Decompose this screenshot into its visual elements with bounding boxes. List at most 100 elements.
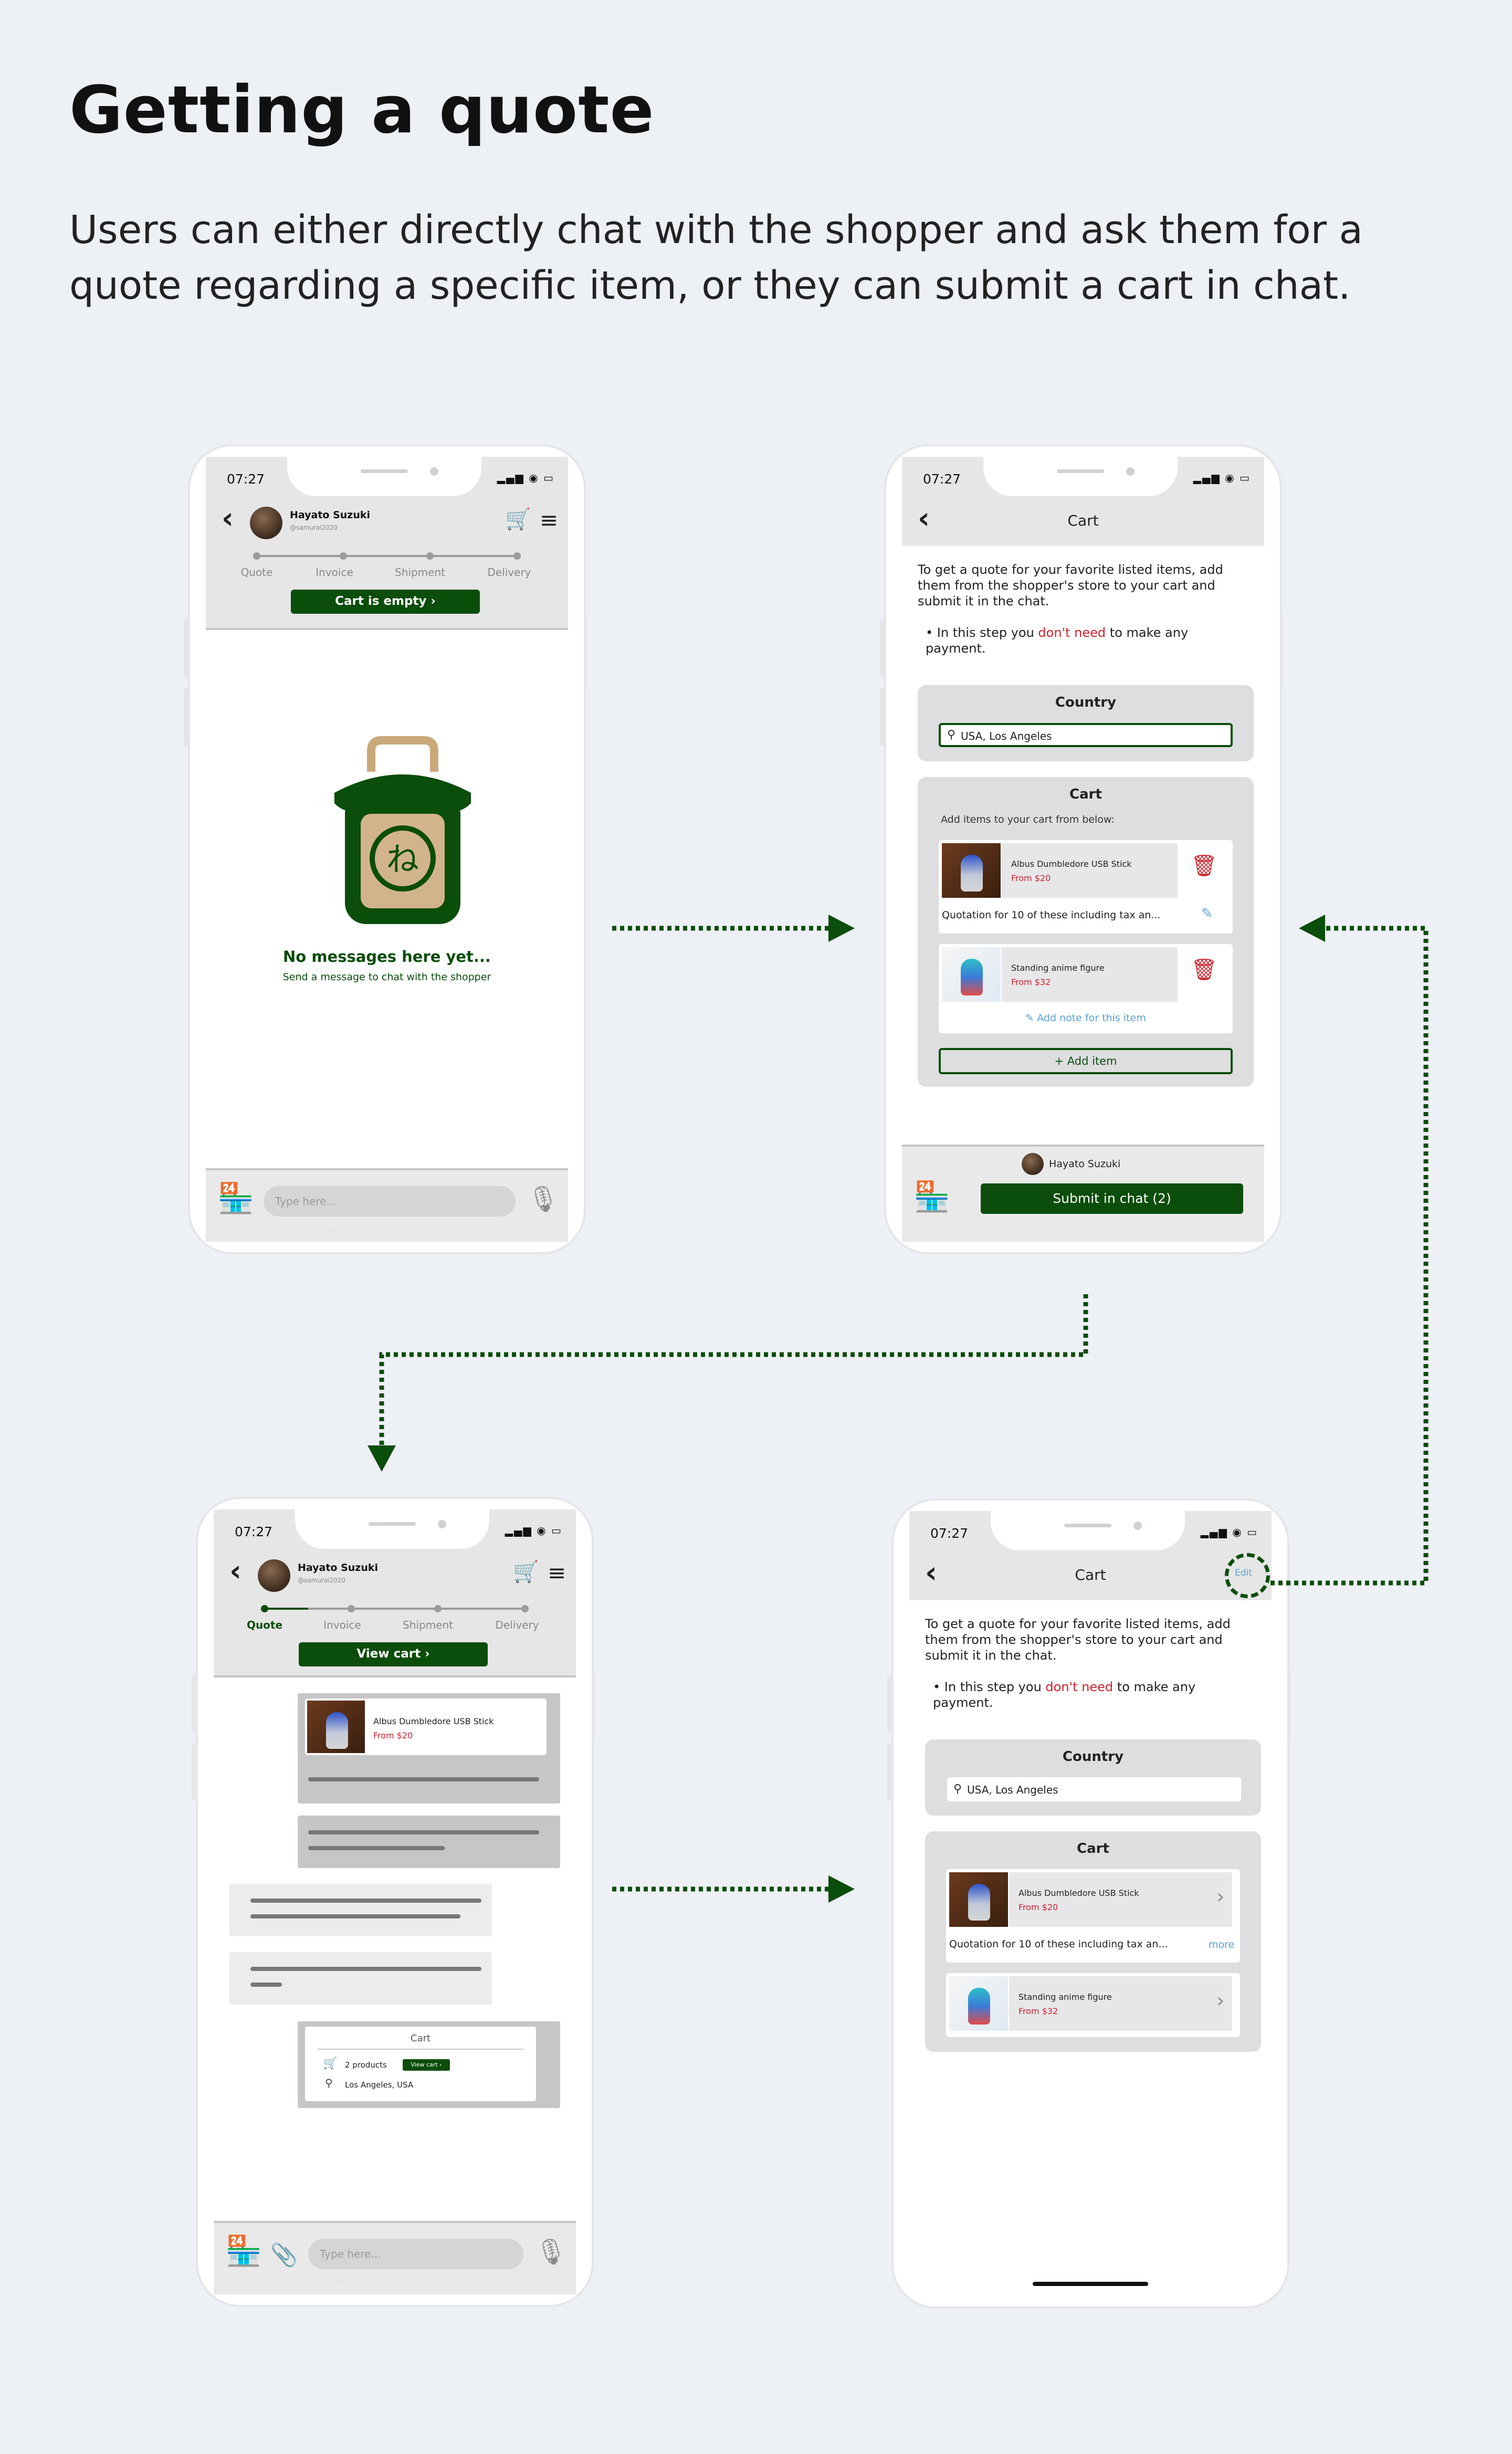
status-time: 07:27 — [235, 1524, 273, 1539]
mic-icon[interactable]: 🎙 — [527, 1184, 559, 1214]
back-icon[interactable]: ‹ — [229, 1557, 242, 1586]
location-field[interactable]: ⚲ USA, Los Angeles — [939, 723, 1233, 747]
status-time: 07:27 — [923, 471, 961, 487]
phone-notch — [287, 446, 481, 496]
item-info: Albus Dumbledore USB Stick From $20 — [1009, 1872, 1232, 1927]
intro-text: Users can either directly chat with the … — [69, 207, 1363, 308]
mic-icon[interactable]: 🎙 — [535, 2237, 567, 2267]
progress-track — [253, 552, 521, 560]
country-title: Country — [1055, 695, 1117, 710]
country-box: Country ⚲ USA, Los Angeles — [925, 1739, 1261, 1816]
step-quote: Quote — [240, 566, 273, 579]
message-input[interactable]: Type here... — [264, 1186, 516, 1216]
status-icons: ▂▄▆ ◉ ▭ — [505, 1524, 562, 1537]
screen: 07:27 ▂▄▆ ◉ ▭ ‹ Cart To get a quote for … — [902, 457, 1264, 1242]
edit-note-icon[interactable]: ✎ — [1201, 906, 1213, 921]
step-invoice: Invoice — [323, 1619, 361, 1631]
item-thumbnail — [949, 1976, 1008, 2031]
avatar — [250, 507, 282, 539]
page-title: Getting a quote — [69, 72, 655, 148]
user-handle: @samurai2020 — [298, 1577, 346, 1584]
store-icon[interactable]: 🏪 — [225, 2233, 262, 2268]
arrowhead-down — [368, 1445, 396, 1472]
phone-notch — [991, 1501, 1185, 1550]
item-thumbnail — [949, 1872, 1008, 1927]
cart-item[interactable]: Albus Dumbledore USB Stick From $20 › Quo… — [946, 1869, 1240, 1963]
country-box: Country ⚲ USA, Los Angeles — [918, 685, 1254, 761]
menu-icon[interactable]: ≡ — [548, 1562, 566, 1584]
cart-description: To get a quote for your favorite listed … — [925, 1617, 1231, 1663]
cart-summary-card[interactable]: Cart 🛒 2 products View cart › ⚲ Los Ange… — [305, 2027, 536, 2101]
phone-cart-review: 07:27 ▂▄▆ ◉ ▭ ‹ Cart Edit To get a quote… — [894, 1501, 1287, 2306]
more-link[interactable]: more — [1209, 1939, 1234, 1950]
cart-location: Los Angeles, USA — [345, 2080, 414, 2090]
status-time: 07:27 — [930, 1526, 969, 1541]
cart-icon[interactable]: 🛒 — [513, 1559, 539, 1584]
step-delivery: Delivery — [487, 566, 531, 579]
pin-icon: ⚲ — [947, 728, 956, 741]
payment-note: • In this step you don't need to make an… — [926, 625, 1189, 656]
menu-icon[interactable]: ≡ — [540, 509, 558, 531]
cart-description: To get a quote for your favorite listed … — [918, 562, 1223, 609]
pin-icon: ⚲ — [325, 2077, 333, 2089]
add-note-link[interactable]: ✎ Add note for this item — [939, 1012, 1233, 1024]
back-icon[interactable]: ‹ — [222, 504, 234, 533]
view-cart-button[interactable]: View cart › — [299, 1642, 488, 1666]
cart-empty-button[interactable]: Cart is empty › — [291, 590, 480, 614]
attach-icon[interactable]: 📎 — [270, 2242, 298, 2268]
svg-text:ね: ね — [386, 840, 419, 878]
submit-in-chat-button[interactable]: Submit in chat (2) — [981, 1183, 1243, 1214]
cart-item[interactable]: Standing anime figure From $32 🗑 ✎ Add no… — [939, 944, 1233, 1033]
cart-icon: 🛒 — [323, 2057, 338, 2070]
status-icons: ▂▄▆ ◉ ▭ — [1193, 471, 1251, 484]
trash-icon[interactable]: 🗑 — [1191, 853, 1217, 878]
home-indicator — [337, 2280, 453, 2284]
submit-panel: Hayato Suzuki 🏪 Submit in chat (2) — [902, 1145, 1264, 1242]
add-hint: Add items to your cart from below: — [941, 814, 1115, 825]
edit-highlight — [1225, 1553, 1270, 1598]
item-info: Standing anime figure From $32 — [1002, 947, 1178, 1002]
payment-note: • In this step you don't need to make an… — [933, 1680, 1196, 1710]
step-quote: Quote — [246, 1619, 283, 1631]
add-item-button[interactable]: + Add item — [939, 1048, 1233, 1074]
item-info: Albus Dumbledore USB Stick From $20 — [373, 1716, 494, 1740]
sent-message — [298, 1816, 560, 1868]
flow-arrow-3 — [1270, 926, 1429, 1586]
arrowhead-left — [1299, 915, 1325, 942]
message-input[interactable]: Type here... — [308, 2239, 523, 2269]
screen: 07:27 ▂▄▆ ◉ ▭ ‹ Hayato Suzuki @samurai20… — [214, 1509, 576, 2294]
trash-icon[interactable]: 🗑 — [1191, 957, 1217, 982]
view-cart-small-button[interactable]: View cart › — [403, 2059, 450, 2071]
store-icon[interactable]: 🏪 — [914, 1179, 950, 1214]
phone-chat-cart: 07:27 ▂▄▆ ◉ ▭ ‹ Hayato Suzuki @samurai20… — [198, 1499, 592, 2305]
avatar — [1022, 1153, 1044, 1175]
phone-cart-edit: 07:27 ▂▄▆ ◉ ▭ ‹ Cart To get a quote for … — [886, 446, 1280, 1252]
step-shipment: Shipment — [403, 1619, 453, 1631]
status-icons: ▂▄▆ ◉ ▭ — [497, 471, 554, 484]
shared-item-card[interactable]: Albus Dumbledore USB Stick From $20 — [305, 1698, 547, 1755]
item-thumbnail — [942, 947, 1001, 1002]
cart-item[interactable]: Albus Dumbledore USB Stick From $20 🗑 Quo… — [939, 840, 1233, 934]
store-icon[interactable]: 🏪 — [217, 1181, 254, 1215]
shopping-bag-illustration: ね — [334, 736, 471, 924]
phone-notch — [983, 446, 1178, 496]
empty-subtitle: Send a message to chat with the shopper — [282, 971, 491, 983]
received-message — [229, 1884, 492, 1936]
flow-arrow-2 — [379, 1294, 1088, 1446]
cart-icon[interactable]: 🛒 — [505, 507, 531, 531]
edit-note-icon: ✎ — [1025, 1012, 1034, 1024]
item-thumbnail — [307, 1701, 365, 1753]
item-thumbnail — [942, 843, 1001, 898]
pin-icon: ⚲ — [953, 1782, 962, 1796]
avatar — [258, 1559, 290, 1592]
user-handle: @samurai2020 — [290, 524, 338, 531]
chevron-right-icon: › — [1216, 1989, 1225, 2012]
cart-box: Cart Albus Dumbledore USB Stick From $20 … — [925, 1831, 1261, 2052]
step-delivery: Delivery — [495, 1619, 539, 1631]
item-info: Standing anime figure From $32 — [1009, 1976, 1232, 2031]
arrowhead-right — [828, 1875, 855, 1903]
cart-item[interactable]: Standing anime figure From $32 › — [946, 1973, 1240, 2037]
received-message — [229, 1952, 492, 2005]
status-time: 07:27 — [227, 471, 265, 487]
cart-box: Cart Add items to your cart from below: … — [918, 777, 1254, 1087]
